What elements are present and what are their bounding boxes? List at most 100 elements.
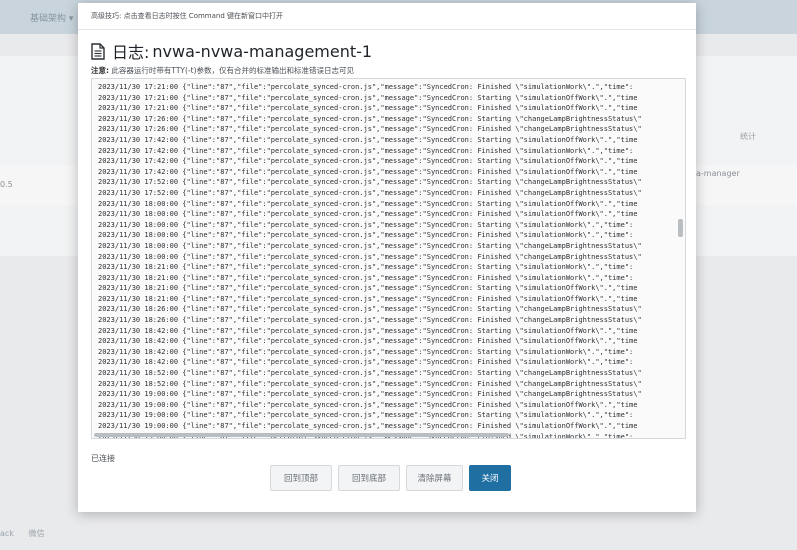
log-message: Finished \"simulationOffWork\".","time	[477, 400, 638, 409]
tty-note: 注意: 此容器运行时带有TTY(-t)参数，仅有合并的标准输出和标准错误日志可见	[91, 65, 354, 76]
log-message: Starting \"simulationOffWork\".","time	[477, 199, 638, 208]
log-timestamp: 2023/11/30 17:42:00	[98, 146, 179, 155]
log-timestamp: 2023/11/30 19:00:00	[98, 411, 179, 420]
log-timestamp: 2023/11/30 18:21:00	[98, 273, 179, 282]
background-footer: ack 微信	[0, 528, 56, 539]
log-message: Finished \"changeLampBrightnessStatus\"	[477, 390, 642, 399]
log-line: 2023/11/30 18:00:00 {"line":"87","file":…	[98, 252, 673, 263]
background-version: 0.5	[0, 180, 13, 189]
log-line: 2023/11/30 18:00:00 {"line":"87","file":…	[98, 220, 673, 231]
vertical-scrollbar[interactable]	[678, 219, 683, 237]
log-message: Finished \"simulationWork\".","time":	[477, 273, 634, 282]
log-message: Starting \"changeLampBrightnessStatus\"	[477, 241, 642, 250]
log-message: Finished \"changeLampBrightnessStatus\"	[477, 379, 642, 388]
log-message: Starting \"simulationWork\".","time":	[477, 347, 634, 356]
log-prefix: {"line":"87","file":"percolate_synced-cr…	[182, 188, 478, 197]
log-prefix: {"line":"87","file":"percolate_synced-cr…	[182, 326, 478, 335]
footer-link[interactable]: 微信	[28, 529, 44, 538]
log-message: Starting \"simulationOffWork\".","time	[477, 93, 638, 102]
log-prefix: {"line":"87","file":"percolate_synced-cr…	[182, 294, 478, 303]
log-prefix: {"line":"87","file":"percolate_synced-cr…	[182, 157, 478, 166]
log-line: 2023/11/30 19:00:00 {"line":"87","file":…	[98, 410, 673, 421]
log-timestamp: 2023/11/30 18:00:00	[98, 241, 179, 250]
log-line: 2023/11/30 17:26:00 {"line":"87","file":…	[98, 124, 673, 135]
log-line: 2023/11/30 17:21:00 {"line":"87","file":…	[98, 93, 673, 104]
log-lines: 2023/11/30 17:21:00 {"line":"87","file":…	[98, 82, 673, 438]
log-prefix: {"line":"87","file":"percolate_synced-cr…	[182, 252, 478, 261]
log-prefix: {"line":"87","file":"percolate_synced-cr…	[182, 104, 478, 113]
log-timestamp: 2023/11/30 17:21:00	[98, 104, 179, 113]
log-line: 2023/11/30 17:42:00 {"line":"87","file":…	[98, 146, 673, 157]
log-prefix: {"line":"87","file":"percolate_synced-cr…	[182, 241, 478, 250]
log-message: Finished \"simulationOffWork\".","time	[477, 294, 638, 303]
log-message: Finished \"simulationWork\".","time":	[477, 83, 634, 91]
close-button[interactable]: 关闭	[469, 465, 511, 491]
log-prefix: {"line":"87","file":"percolate_synced-cr…	[182, 210, 478, 219]
log-line: 2023/11/30 18:00:00 {"line":"87","file":…	[98, 199, 673, 210]
log-line: 2023/11/30 19:00:00 {"line":"87","file":…	[98, 389, 673, 400]
log-timestamp: 2023/11/30 17:26:00	[98, 114, 179, 123]
log-line: 2023/11/30 18:52:00 {"line":"87","file":…	[98, 379, 673, 390]
log-prefix: {"line":"87","file":"percolate_synced-cr…	[182, 411, 478, 420]
log-timestamp: 2023/11/30 18:42:00	[98, 347, 179, 356]
log-line: 2023/11/30 17:42:00 {"line":"87","file":…	[98, 135, 673, 146]
log-prefix: {"line":"87","file":"percolate_synced-cr…	[182, 422, 478, 430]
log-timestamp: 2023/11/30 17:26:00	[98, 125, 179, 134]
log-timestamp: 2023/11/30 18:26:00	[98, 305, 179, 314]
log-message: Starting \"changeLampBrightnessStatus\"	[477, 178, 642, 187]
log-timestamp: 2023/11/30 18:26:00	[98, 316, 179, 325]
log-prefix: {"line":"87","file":"percolate_synced-cr…	[182, 135, 478, 144]
log-message: Finished \"changeLampBrightnessStatus\"	[477, 252, 642, 261]
scroll-bottom-button[interactable]: 回到底部	[338, 465, 400, 491]
log-timestamp: 2023/11/30 18:00:00	[98, 231, 179, 240]
log-timestamp: 2023/11/30 18:42:00	[98, 358, 179, 367]
log-prefix: {"line":"87","file":"percolate_synced-cr…	[182, 284, 478, 293]
log-line: 2023/11/30 18:26:00 {"line":"87","file":…	[98, 304, 673, 315]
log-timestamp: 2023/11/30 18:42:00	[98, 337, 179, 346]
log-prefix: {"line":"87","file":"percolate_synced-cr…	[182, 114, 478, 123]
log-prefix: {"line":"87","file":"percolate_synced-cr…	[182, 390, 478, 399]
log-timestamp: 2023/11/30 17:21:00	[98, 93, 179, 102]
log-message: Finished \"simulationWork\".","time":	[477, 146, 634, 155]
log-message: Starting \"simulationOffWork\".","time	[477, 157, 638, 166]
log-timestamp: 2023/11/30 17:52:00	[98, 188, 179, 197]
document-icon	[91, 42, 105, 60]
log-timestamp: 2023/11/30 18:21:00	[98, 284, 179, 293]
log-line: 2023/11/30 18:52:00 {"line":"87","file":…	[98, 368, 673, 379]
log-prefix: {"line":"87","file":"percolate_synced-cr…	[182, 263, 478, 272]
log-message: Finished \"changeLampBrightnessStatus\"	[477, 188, 642, 197]
horizontal-scrollbar[interactable]	[94, 433, 509, 437]
log-message: Starting \"simulationWork\".","time":	[477, 411, 634, 420]
log-line: 2023/11/30 18:21:00 {"line":"87","file":…	[98, 262, 673, 273]
log-prefix: {"line":"87","file":"percolate_synced-cr…	[182, 337, 478, 346]
log-prefix: {"line":"87","file":"percolate_synced-cr…	[182, 93, 478, 102]
log-prefix: {"line":"87","file":"percolate_synced-cr…	[182, 379, 478, 388]
log-prefix: {"line":"87","file":"percolate_synced-cr…	[182, 178, 478, 187]
log-message: Finished \"simulationOffWork\".","time	[477, 104, 638, 113]
note-text: 此容器运行时带有TTY(-t)参数，仅有合并的标准输出和标准错误日志可见	[109, 66, 354, 75]
scroll-top-button[interactable]: 回到顶部	[270, 465, 332, 491]
log-line: 2023/11/30 17:52:00 {"line":"87","file":…	[98, 188, 673, 199]
log-line: 2023/11/30 18:42:00 {"line":"87","file":…	[98, 357, 673, 368]
log-message: Starting \"simulationWork\".","time":	[477, 220, 634, 229]
tip-text: 高级技巧: 点击查看日志时按住 Command 键在新窗口中打开	[91, 12, 284, 20]
footer-link[interactable]: ack	[0, 529, 14, 538]
log-message: Starting \"changeLampBrightnessStatus\"	[477, 369, 642, 378]
log-line: 2023/11/30 18:42:00 {"line":"87","file":…	[98, 326, 673, 337]
log-timestamp: 2023/11/30 18:21:00	[98, 294, 179, 303]
log-message: Starting \"changeLampBrightnessStatus\"	[477, 305, 642, 314]
clear-screen-button[interactable]: 清除屏幕	[406, 465, 463, 491]
background-nav-menu[interactable]: 基础架构 ▾	[30, 11, 73, 24]
background-stat-label: 统计	[740, 132, 756, 141]
log-prefix: {"line":"87","file":"percolate_synced-cr…	[182, 231, 478, 240]
log-line: 2023/11/30 19:00:00 {"line":"87","file":…	[98, 421, 673, 432]
log-prefix: {"line":"87","file":"percolate_synced-cr…	[182, 347, 478, 356]
log-prefix: {"line":"87","file":"percolate_synced-cr…	[182, 83, 478, 91]
log-output[interactable]: 2023/11/30 17:21:00 {"line":"87","file":…	[91, 78, 686, 439]
log-timestamp: 2023/11/30 17:52:00	[98, 178, 179, 187]
log-line: 2023/11/30 17:42:00 {"line":"87","file":…	[98, 156, 673, 167]
log-prefix: {"line":"87","file":"percolate_synced-cr…	[182, 369, 478, 378]
log-prefix: {"line":"87","file":"percolate_synced-cr…	[182, 316, 478, 325]
log-timestamp: 2023/11/30 19:00:00	[98, 400, 179, 409]
log-prefix: {"line":"87","file":"percolate_synced-cr…	[182, 400, 478, 409]
